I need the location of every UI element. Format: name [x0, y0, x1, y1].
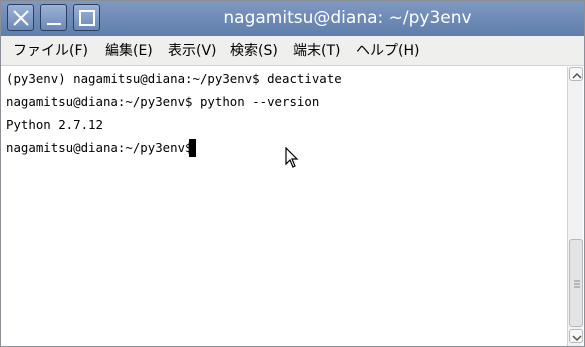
maximize-icon — [79, 10, 95, 26]
text-cursor — [189, 139, 196, 157]
maximize-button[interactable] — [73, 4, 100, 31]
menu-search[interactable]: 検索(S) — [230, 36, 278, 66]
window-title: nagamitsu@diana: ~/py3env — [223, 8, 472, 28]
scrollbar-thumb[interactable] — [569, 239, 583, 327]
terminal-prompt: nagamitsu@diana:~/py3env$ — [6, 140, 193, 155]
title-bar[interactable]: nagamitsu@diana: ~/py3env — [1, 1, 584, 36]
menu-terminal[interactable]: 端末(T) — [293, 36, 340, 66]
minimize-button[interactable] — [40, 4, 67, 31]
terminal-line: nagamitsu@diana:~/py3env$ python --versi… — [6, 94, 320, 109]
minimize-icon — [47, 23, 61, 25]
menu-help[interactable]: ヘルプ(H) — [356, 36, 419, 66]
mouse-pointer-icon — [285, 147, 299, 168]
menu-file[interactable]: ファイル(F) — [13, 36, 88, 66]
grip-icon — [574, 280, 580, 288]
scroll-up-button[interactable] — [569, 67, 583, 81]
menu-bar: ファイル(F) 編集(E) 表示(V) 検索(S) 端末(T) ヘルプ(H) — [1, 36, 584, 66]
terminal-line: Python 2.7.12 — [6, 117, 103, 132]
chevron-up-icon — [572, 72, 582, 79]
vertical-scrollbar[interactable] — [567, 67, 583, 346]
close-icon — [13, 10, 29, 26]
scroll-down-button[interactable] — [569, 329, 583, 343]
terminal-window: nagamitsu@diana: ~/py3env ファイル(F) 編集(E) … — [0, 0, 585, 347]
close-button[interactable] — [7, 4, 34, 31]
terminal-line: (py3env) nagamitsu@diana:~/py3env$ deact… — [6, 71, 342, 86]
menu-edit[interactable]: 編集(E) — [105, 36, 153, 66]
chevron-down-icon — [572, 335, 582, 342]
terminal-output[interactable]: (py3env) nagamitsu@diana:~/py3env$ deact… — [2, 67, 567, 346]
menu-view[interactable]: 表示(V) — [168, 36, 217, 66]
